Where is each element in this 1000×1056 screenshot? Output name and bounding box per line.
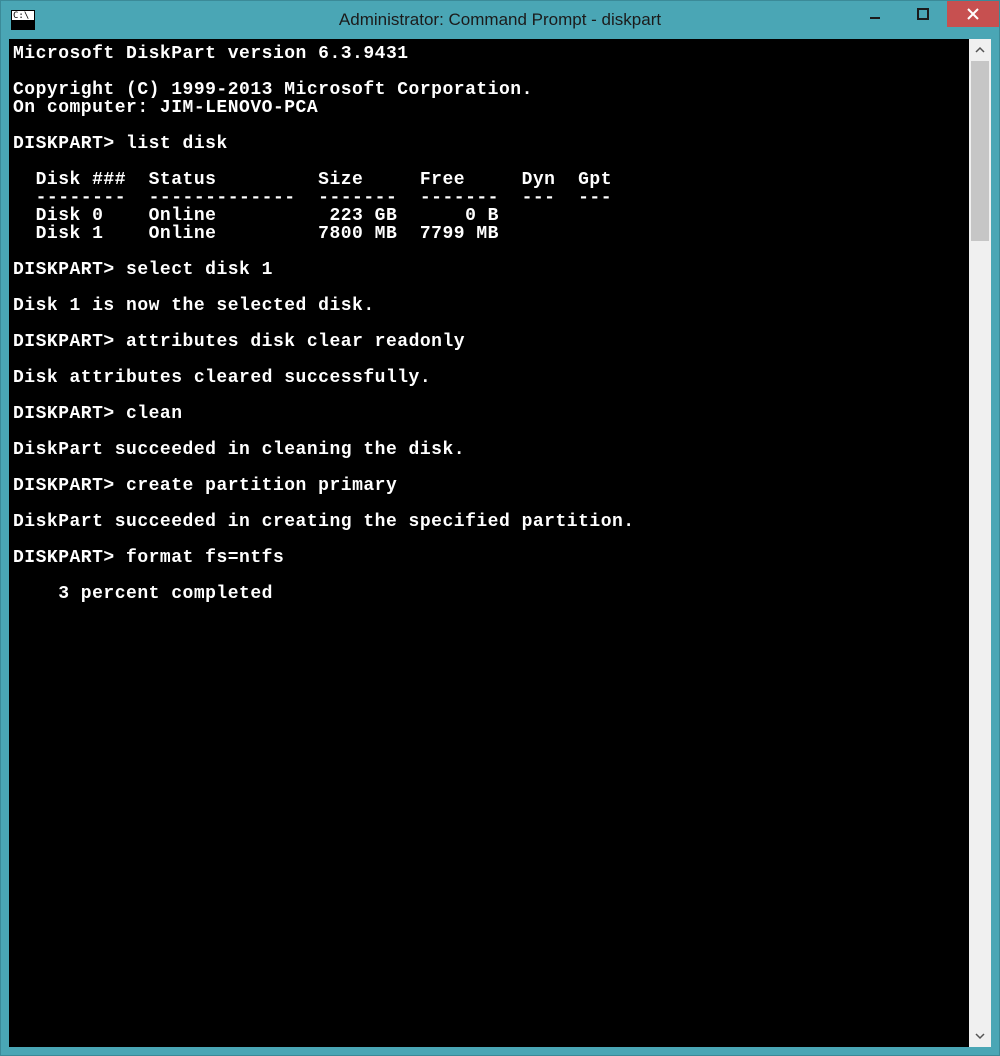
close-button[interactable] <box>947 1 999 27</box>
blank-line <box>13 117 965 135</box>
command-prompt-window: Administrator: Command Prompt - diskpart… <box>0 0 1000 1056</box>
prompt: DISKPART> <box>13 404 115 424</box>
response-line: Disk 1 is now the selected disk. <box>13 297 965 315</box>
titlebar[interactable]: Administrator: Command Prompt - diskpart <box>1 1 999 39</box>
version-line: Microsoft DiskPart version 6.3.9431 <box>13 45 965 63</box>
minimize-button[interactable] <box>851 1 899 27</box>
blank-line <box>13 315 965 333</box>
maximize-icon <box>917 8 929 20</box>
computer-line: On computer: JIM-LENOVO-PCA <box>13 99 965 117</box>
command: select disk 1 <box>126 260 273 280</box>
blank-line <box>13 567 965 585</box>
prompt-line: DISKPART> select disk 1 <box>13 261 965 279</box>
command: format fs=ntfs <box>126 548 284 568</box>
blank-line <box>13 153 965 171</box>
chevron-down-icon <box>975 1031 985 1041</box>
command: create partition primary <box>126 476 397 496</box>
window-title: Administrator: Command Prompt - diskpart <box>1 10 999 30</box>
command: list disk <box>126 134 228 154</box>
prompt-line: DISKPART> format fs=ntfs <box>13 549 965 567</box>
copyright-line: Copyright (C) 1999-2013 Microsoft Corpor… <box>13 81 965 99</box>
chevron-up-icon <box>975 45 985 55</box>
cmd-icon <box>11 10 35 30</box>
table-header: Disk ### Status Size Free Dyn Gpt <box>13 171 965 189</box>
minimize-icon <box>869 8 881 20</box>
response-line: Disk attributes cleared successfully. <box>13 369 965 387</box>
maximize-button[interactable] <box>899 1 947 27</box>
response-line: DiskPart succeeded in cleaning the disk. <box>13 441 965 459</box>
scrollbar-thumb[interactable] <box>971 61 989 241</box>
prompt: DISKPART> <box>13 134 115 154</box>
command: attributes disk clear readonly <box>126 332 465 352</box>
table-row: Disk 1 Online 7800 MB 7799 MB <box>13 225 965 243</box>
scroll-up-button[interactable] <box>969 39 991 61</box>
vertical-scrollbar[interactable] <box>969 39 991 1047</box>
blank-line <box>13 63 965 81</box>
scrollbar-track[interactable] <box>969 61 991 1025</box>
prompt-line: DISKPART> create partition primary <box>13 477 965 495</box>
terminal-output[interactable]: Microsoft DiskPart version 6.3.9431 Copyr… <box>9 39 969 1047</box>
blank-line <box>13 459 965 477</box>
close-icon <box>967 8 979 20</box>
blank-line <box>13 243 965 261</box>
prompt: DISKPART> <box>13 548 115 568</box>
blank-line <box>13 387 965 405</box>
table-row: Disk 0 Online 223 GB 0 B <box>13 207 965 225</box>
response-line: DiskPart succeeded in creating the speci… <box>13 513 965 531</box>
client-area: Microsoft DiskPart version 6.3.9431 Copyr… <box>9 39 991 1047</box>
prompt: DISKPART> <box>13 476 115 496</box>
blank-line <box>13 423 965 441</box>
prompt-line: DISKPART> clean <box>13 405 965 423</box>
progress-line: 3 percent completed <box>13 585 965 603</box>
window-controls <box>851 1 999 31</box>
blank-line <box>13 531 965 549</box>
prompt: DISKPART> <box>13 332 115 352</box>
prompt-line: DISKPART> attributes disk clear readonly <box>13 333 965 351</box>
scroll-down-button[interactable] <box>969 1025 991 1047</box>
blank-line <box>13 351 965 369</box>
prompt: DISKPART> <box>13 260 115 280</box>
table-divider: -------- ------------- ------- ------- -… <box>13 189 965 207</box>
prompt-line: DISKPART> list disk <box>13 135 965 153</box>
blank-line <box>13 495 965 513</box>
command: clean <box>126 404 183 424</box>
blank-line <box>13 279 965 297</box>
